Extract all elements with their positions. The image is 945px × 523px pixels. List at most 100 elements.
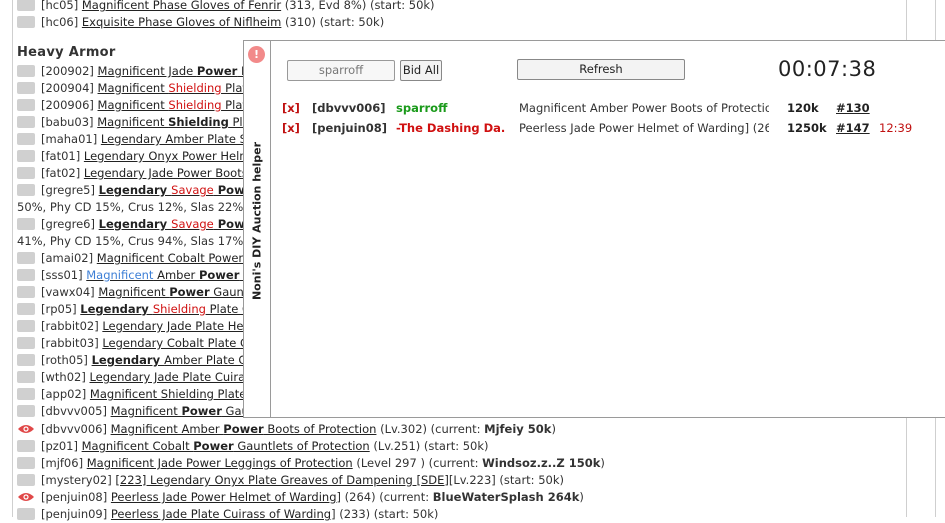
item-checkbox[interactable] — [17, 269, 35, 281]
item-link[interactable]: Legendary Jade Plate Helm — [102, 319, 258, 333]
auction-price: 120k — [787, 101, 819, 115]
item-id: [hc06] — [41, 15, 82, 29]
auction-number-link[interactable]: #147 — [836, 120, 870, 136]
remove-auction-button[interactable]: [x] — [282, 120, 300, 136]
item-link[interactable]: Legendary Amber Plate Cu — [92, 353, 254, 367]
item-checkbox[interactable] — [17, 440, 35, 452]
item-link-part: Savage — [171, 183, 214, 197]
item-checkbox[interactable] — [17, 218, 35, 230]
item-checkbox[interactable] — [17, 320, 35, 332]
item-id: [wth02] — [41, 370, 90, 384]
item-link[interactable]: Legendary Onyx Power Helme — [84, 149, 258, 163]
item-link[interactable]: Magnificent Shielding Plate — [98, 98, 254, 112]
refresh-button[interactable]: Refresh — [517, 59, 685, 80]
panel-sidebar: ! Noni's DIY Auction helper — [244, 41, 271, 417]
auction-number-link[interactable]: #130 — [836, 100, 870, 116]
item-link[interactable]: Legendary Shielding Plate Cu — [80, 302, 257, 316]
item-link-part: Legendary Jade Plate Helm — [102, 319, 258, 333]
item-link-part: Legendary Jade Power Boots — [83, 166, 248, 180]
item-link-part: Magnificent — [98, 285, 170, 299]
auction-item-name: Peerless Jade Power Helmet of Warding] (… — [519, 121, 769, 135]
item-link[interactable]: Magnificent Amber Power Boots of Protect… — [111, 422, 377, 436]
item-link[interactable]: Magnificent Shielding Plate — [98, 81, 254, 95]
item-id: [200906] — [41, 98, 98, 112]
item-id: [rabbit03] — [41, 336, 103, 350]
item-checkbox[interactable] — [17, 82, 35, 94]
item-link[interactable]: Legendary Savage Power — [99, 217, 259, 231]
item-checkbox[interactable] — [17, 133, 35, 145]
item-link[interactable]: Peerless Jade Plate Cuirass of Warding — [111, 507, 331, 521]
item-link[interactable]: Peerless Jade Power Helmet of Warding — [111, 490, 337, 504]
item-link[interactable]: [223] Legendary Onyx Plate Greaves of Da… — [115, 473, 448, 487]
item-link[interactable]: Magnificent Power Gauntle — [98, 285, 258, 299]
item-link[interactable]: Legendary Amber Plate Sal — [101, 132, 257, 146]
bid-all-button[interactable]: Bid All — [400, 60, 442, 81]
item-link-part: Magnificent — [97, 81, 169, 95]
item-checkbox[interactable] — [17, 405, 35, 417]
list-item: [dbvvv005] Magnificent Power Gaun — [17, 403, 256, 420]
item-link[interactable]: Magnificent Cobalt Power H — [97, 251, 256, 265]
item-link[interactable]: Magnificent Jade Power Leggings of Prote… — [87, 456, 353, 470]
item-checkbox[interactable] — [17, 303, 35, 315]
item-checkbox[interactable] — [17, 99, 35, 111]
item-link[interactable]: Magnificent Phase Gloves of Fenrir — [82, 0, 281, 12]
watching-eye-icon[interactable] — [17, 423, 35, 435]
item-link[interactable]: Magnificent Jade Power He — [98, 64, 257, 78]
item-id: [babu03] — [41, 115, 98, 129]
heavy-armor-heading: Heavy Armor — [17, 45, 116, 60]
item-link-part: Shielding — [168, 81, 222, 95]
item-checkbox[interactable] — [17, 474, 35, 486]
item-checkbox[interactable] — [17, 184, 35, 196]
item-link-part: Amber — [153, 268, 199, 282]
item-link[interactable]: Magnificent Shielding Plate — [97, 115, 261, 129]
list-item: [gregre6] Legendary Savage Power — [17, 216, 258, 233]
item-link-part: Legendary — [91, 353, 165, 367]
item-checkbox[interactable] — [17, 0, 35, 11]
item-link[interactable]: Magnificent Cobalt Power Gauntlets of Pr… — [82, 439, 370, 453]
item-checkbox[interactable] — [17, 252, 35, 264]
item-checkbox[interactable] — [17, 150, 35, 162]
watching-eye-icon[interactable] — [17, 491, 35, 503]
item-checkbox[interactable] — [17, 116, 35, 128]
item-link[interactable]: Legendary Savage Power — [99, 183, 259, 197]
item-link-part: Magnificent — [110, 404, 182, 418]
item-id: [dbvvv005] — [41, 404, 111, 418]
remove-auction-button[interactable]: [x] — [282, 100, 300, 116]
item-extra: ] (264) (current: — [336, 490, 433, 504]
item-link-part: Gauntlets of Protection — [233, 439, 370, 453]
item-checkbox[interactable] — [17, 371, 35, 383]
item-checkbox[interactable] — [17, 65, 35, 77]
item-checkbox[interactable] — [17, 16, 35, 28]
auction-row: [x] [dbvvv006] sparroff Magnificent Amber P… — [282, 100, 922, 116]
auction-id: [dbvvv006] — [312, 101, 386, 115]
item-checkbox[interactable] — [17, 457, 35, 469]
list-item: [mjf06] Magnificent Jade Power Leggings … — [17, 455, 605, 472]
list-item: [penjuin08] Peerless Jade Power Helmet o… — [17, 489, 584, 506]
item-link-part: Magnificent Jade Power Leggings of Prote… — [86, 456, 353, 470]
bid-input[interactable]: sparroff — [287, 60, 395, 81]
item-link-part: Shielding — [168, 98, 222, 112]
item-link-part: Magnificent — [86, 268, 154, 282]
item-link[interactable]: Magnificent Shielding Plate H — [90, 387, 259, 401]
item-id: [mjf06] — [41, 456, 87, 470]
auction-price: 1250k — [787, 121, 827, 135]
item-link[interactable]: Magnificent Power Gaun — [111, 404, 257, 418]
item-link-part: Power — [169, 285, 210, 299]
item-checkbox[interactable] — [17, 354, 35, 366]
auction-time: 12:39 — [879, 121, 913, 135]
item-link[interactable]: Magnificent Amber Power Ga — [86, 268, 259, 282]
item-link-part: Magnificent Amber — [110, 422, 224, 436]
close-icon[interactable]: ! — [248, 46, 265, 63]
item-link[interactable]: Legendary Cobalt Plate Gre — [102, 336, 260, 350]
bidder-name: -The Dashing Da... — [396, 121, 506, 135]
item-checkbox[interactable] — [17, 508, 35, 520]
item-checkbox[interactable] — [17, 388, 35, 400]
item-link[interactable]: Legendary Jade Power Boots — [84, 166, 248, 180]
item-link[interactable]: Legendary Jade Plate Cuirass — [89, 370, 257, 384]
item-checkbox[interactable] — [17, 337, 35, 349]
item-id: [fat02] — [41, 166, 84, 180]
item-link[interactable]: Exquisite Phase Gloves of Niflheim — [82, 15, 282, 29]
item-checkbox[interactable] — [17, 286, 35, 298]
item-checkbox[interactable] — [17, 167, 35, 179]
list-item: [gregre5] Legendary Savage Power — [17, 182, 258, 199]
